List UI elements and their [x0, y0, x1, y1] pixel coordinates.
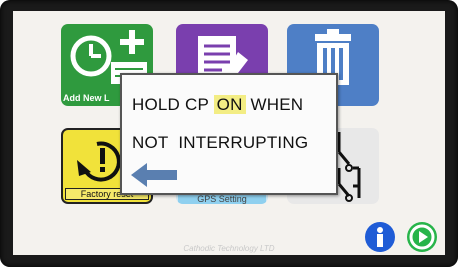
dialog-line-2: NOT INTERRUPTING [132, 133, 308, 153]
word-hold: HOLD [132, 95, 181, 114]
footer-brand: Cathodic Technology LTD [183, 244, 275, 253]
message-dialog: HOLD CP ON WHEN NOT INTERRUPTING [120, 73, 338, 195]
word-interrupting: INTERRUPTING [178, 133, 309, 152]
word-when: WHEN [250, 95, 304, 114]
left-arrow-icon[interactable] [131, 163, 177, 187]
dialog-line-1: HOLD CP ON WHEN [132, 95, 303, 115]
gps-setting-label: GPS Setting [178, 194, 266, 204]
screen: Add New L ete Factor [13, 11, 445, 255]
word-cp: CP [184, 95, 209, 114]
word-on-highlight: ON [213, 95, 246, 114]
word-not: NOT [132, 133, 169, 152]
